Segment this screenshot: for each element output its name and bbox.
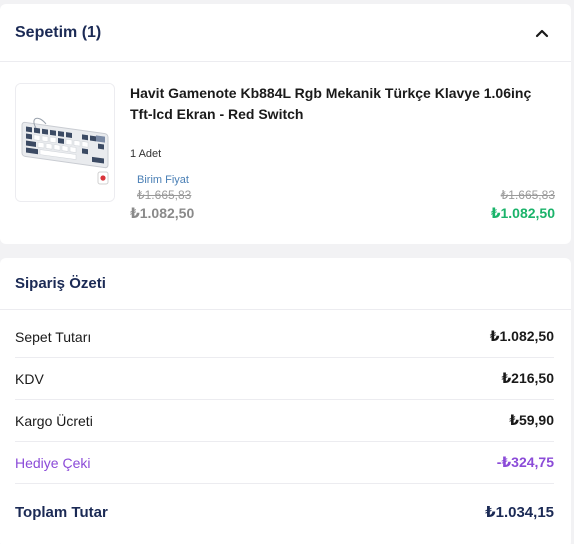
summary-row-value: ₺1.082,50 <box>489 328 554 344</box>
cart-title: Sepetim (1) <box>15 23 102 41</box>
summary-row-vat: KDV ₺216,50 <box>15 358 554 400</box>
summary-header: Sipariş Özeti <box>0 258 571 310</box>
summary-rows: Sepet Tutarı ₺1.082,50 KDV ₺216,50 Kargo… <box>0 310 571 540</box>
summary-row-gift-voucher: Hediye Çeki -₺324,75 <box>15 442 554 484</box>
summary-title: Sipariş Özeti <box>15 275 106 292</box>
cart-product: Havit Gamenote Kb884L Rgb Mekanik Türkçe… <box>15 83 555 223</box>
cart-card: Sepetim (1) Havit Gamenote Kb884L Rgb Me… <box>0 4 571 244</box>
summary-row-value: -₺324,75 <box>496 454 554 470</box>
summary-row-label: Kargo Ücreti <box>15 412 93 429</box>
summary-row-cart-amount: Sepet Tutarı ₺1.082,50 <box>15 316 554 358</box>
unit-old-price: ₺1.665,83 <box>137 188 192 202</box>
total-price: ₺1.082,50 <box>490 205 555 221</box>
summary-row-label: Sepet Tutarı <box>15 328 92 345</box>
summary-row-value: ₺216,50 <box>501 370 554 386</box>
total-label: Toplam Tutar <box>15 503 108 521</box>
total-old-price: ₺1.665,83 <box>500 188 555 202</box>
unit-price-label: Birim Fiyat <box>137 174 189 186</box>
product-name[interactable]: Havit Gamenote Kb884L Rgb Mekanik Türkçe… <box>130 83 555 125</box>
chevron-up-icon <box>535 29 549 37</box>
cart-header[interactable]: Sepetim (1) <box>0 4 571 62</box>
unit-price: ₺1.082,50 <box>130 205 195 221</box>
order-summary-card: Sipariş Özeti Sepet Tutarı ₺1.082,50 KDV… <box>0 258 571 544</box>
collapse-button[interactable] <box>528 19 556 47</box>
product-quantity: 1 Adet <box>130 148 162 160</box>
summary-row-label: KDV <box>15 370 44 387</box>
keyboard-image <box>16 84 114 201</box>
summary-row-value: ₺59,90 <box>509 412 554 428</box>
total-value: ₺1.034,15 <box>485 504 554 521</box>
summary-row-shipping: Kargo Ücreti ₺59,90 <box>15 400 554 442</box>
summary-row-label: Hediye Çeki <box>15 454 91 471</box>
product-thumbnail[interactable] <box>15 83 115 202</box>
summary-total-row: Toplam Tutar ₺1.034,15 <box>15 484 554 540</box>
